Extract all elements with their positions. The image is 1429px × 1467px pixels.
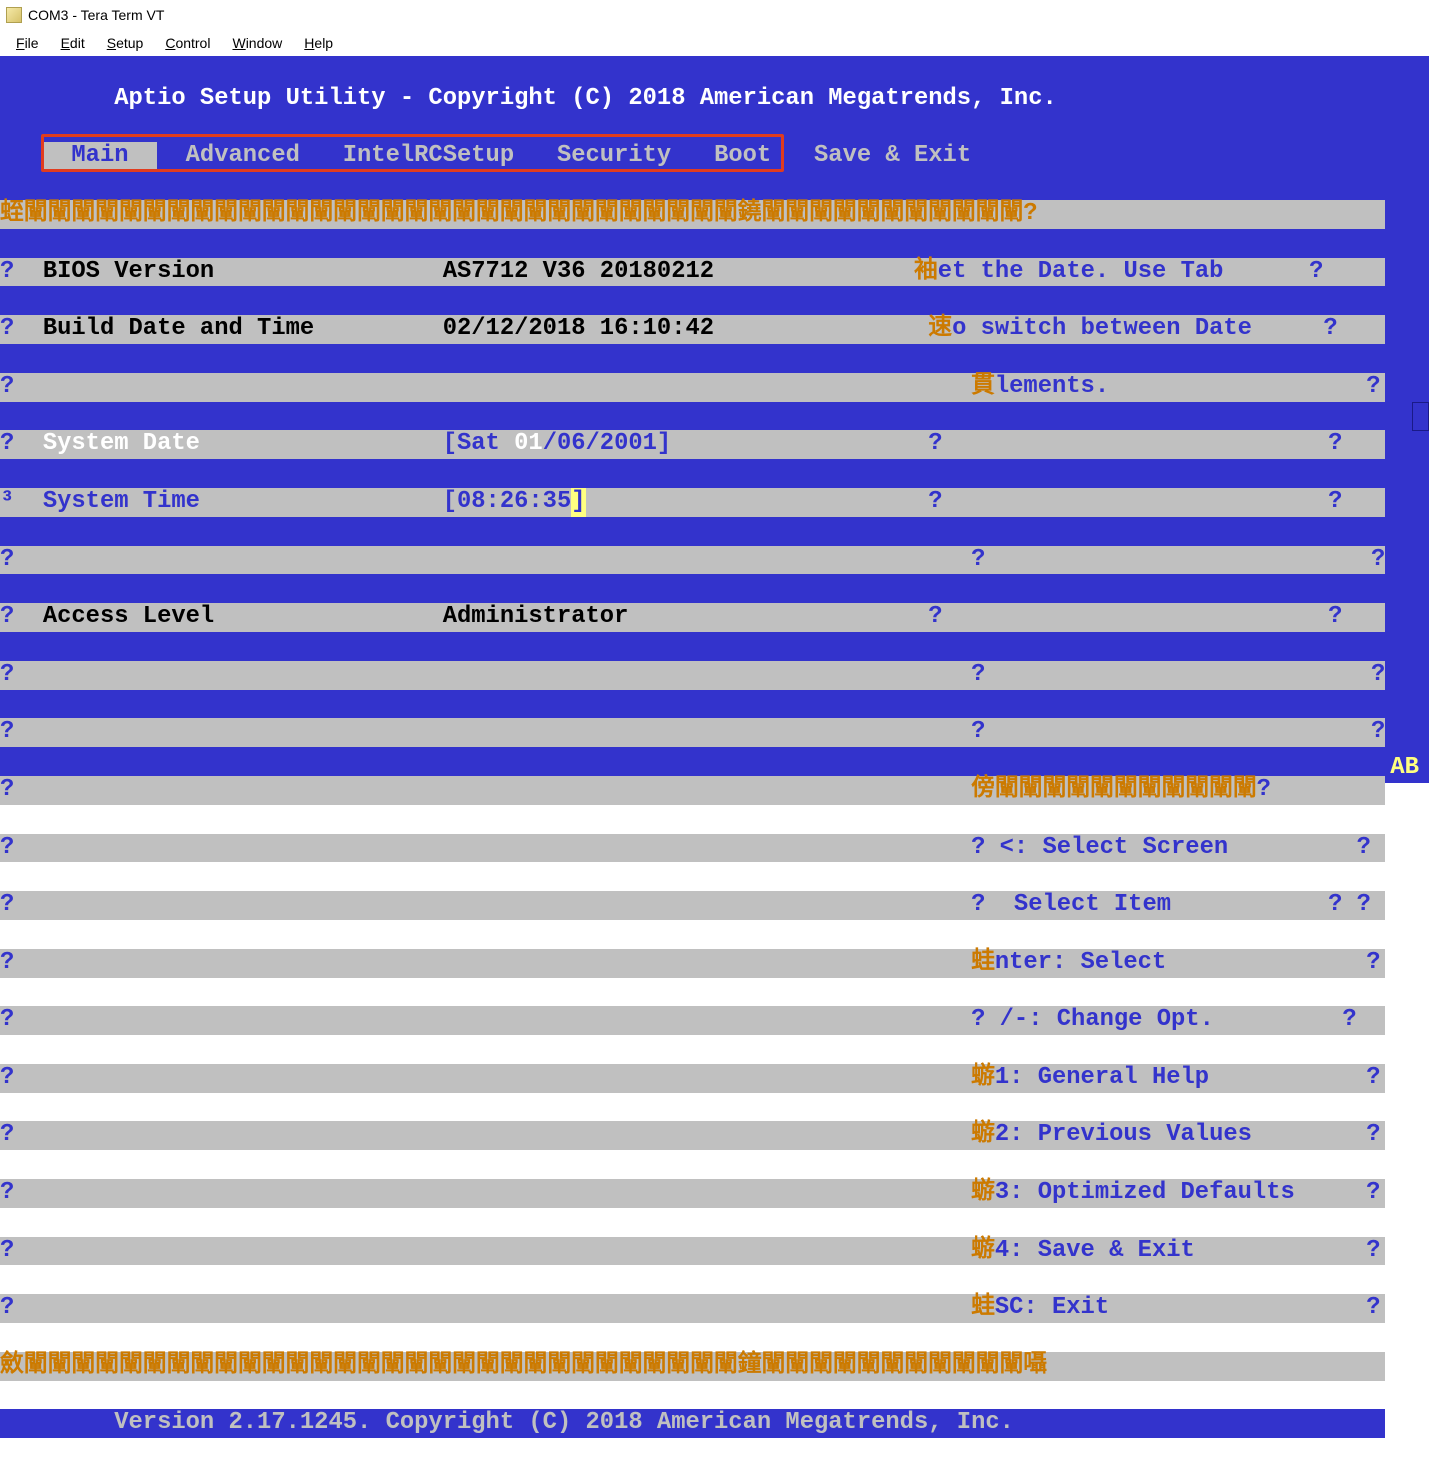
menu-control[interactable]: Control <box>155 33 220 53</box>
build-date-value: 02/12/2018 16:10:42 <box>443 315 714 342</box>
bios-version-value: AS7712 V36 20180212 <box>443 258 714 285</box>
system-time-label: System Time <box>43 488 200 515</box>
help-line-3: lements. <box>995 373 1109 400</box>
build-date-label: Build Date and Time <box>43 315 314 342</box>
scrollbar-track[interactable] <box>1412 402 1429 431</box>
app-icon <box>6 7 22 23</box>
tab-security[interactable]: Security <box>557 142 671 169</box>
cursor: ] <box>571 488 585 517</box>
window-title: COM3 - Tera Term VT <box>28 7 164 23</box>
access-level-value: Administrator <box>443 603 629 630</box>
tab-boot[interactable]: Boot <box>714 142 771 169</box>
tab-save-exit[interactable]: Save & Exit <box>814 142 971 169</box>
tab-intelrcsetup[interactable]: IntelRCSetup <box>343 142 514 169</box>
system-date-value[interactable]: [Sat 01/06/2001] <box>443 430 672 457</box>
terminal-area[interactable]: Aptio Setup Utility - Copyright (C) 2018… <box>0 56 1429 783</box>
tab-advanced[interactable]: Advanced <box>186 142 300 169</box>
menu-bar: File Edit Setup Control Window Help <box>0 30 1429 56</box>
help-previous-values: 2: Previous Values <box>995 1121 1252 1148</box>
system-date-label: System Date <box>43 430 200 457</box>
help-save-exit: 4: Save & Exit <box>995 1237 1195 1264</box>
garble-row: 闡闡闡闡闡闡闡闡闡闡闡闡闡闡闡闡闡闡闡闡闡闡闡闡闡闡闡闡闡闡鐃闡闡闡闡闡闡闡闡闡… <box>24 200 1023 227</box>
menu-file[interactable]: File <box>6 33 49 53</box>
menu-edit[interactable]: Edit <box>51 33 95 53</box>
bios-footer: Version 2.17.1245. Copyright (C) 2018 Am… <box>114 1409 1014 1436</box>
tab-main[interactable]: Main <box>43 142 157 169</box>
help-esc-exit: SC: Exit <box>995 1294 1109 1321</box>
ab-indicator: AB <box>1390 754 1419 783</box>
bios-version-label: BIOS Version <box>43 258 214 285</box>
garble-char: 斂 <box>0 1352 24 1379</box>
help-change-opt: /-: Change Opt. <box>985 1006 1214 1033</box>
help-optimized-defaults: 3: Optimized Defaults <box>995 1179 1295 1206</box>
menu-window[interactable]: Window <box>222 33 292 53</box>
help-select-item: Select Item <box>985 891 1171 918</box>
bios-header: Aptio Setup Utility - Copyright (C) 2018… <box>114 85 1057 112</box>
garble-char: 蛭 <box>0 200 24 227</box>
help-line-1: et the Date. Use Tab <box>938 258 1224 285</box>
help-enter-select: nter: Select <box>995 949 1166 976</box>
menu-setup[interactable]: Setup <box>97 33 154 53</box>
menu-help[interactable]: Help <box>294 33 343 53</box>
help-line-2: o switch between Date <box>952 315 1252 342</box>
title-bar: COM3 - Tera Term VT <box>0 0 1429 30</box>
garble-row: 闡闡闡闡闡闡闡闡闡闡闡闡闡闡闡闡闡闡闡闡闡闡闡闡闡闡闡闡闡闡鐘闡闡闡闡闡闡闡闡闡… <box>24 1352 1023 1379</box>
help-general-help: 1: General Help <box>995 1064 1209 1091</box>
system-time-value[interactable]: [08:26:35] <box>443 488 586 515</box>
garble-row: 闡闡闡闡闡闡闡闡闡闡闡 <box>995 776 1257 803</box>
access-level-label: Access Level <box>43 603 214 630</box>
help-select-screen: <: Select Screen <box>985 834 1228 861</box>
